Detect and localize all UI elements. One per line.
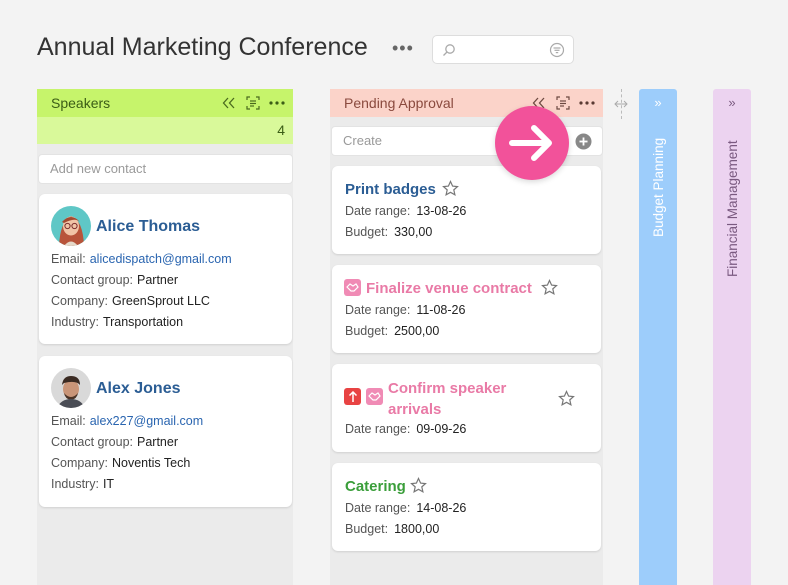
select-icon[interactable] <box>245 95 261 111</box>
email-link[interactable]: alicedispatch@gmail.com <box>90 252 232 266</box>
task-card[interactable]: Print badges Date range: 13-08-26 Budget:… <box>332 166 601 254</box>
more-icon[interactable] <box>579 95 595 111</box>
contact-card[interactable]: Alice Thomas Email: alicedispatch@gmail.c… <box>39 194 292 344</box>
task-budget-row: Budget: 2500,00 <box>345 324 440 338</box>
expand-icon[interactable]: » <box>639 95 677 110</box>
star-icon[interactable] <box>541 279 558 296</box>
search-icon <box>443 44 455 56</box>
contact-group-row: Contact group: Partner <box>51 435 178 449</box>
resize-icon[interactable] <box>614 99 628 109</box>
task-date-row: Date range: 13-08-26 <box>345 204 467 218</box>
column-title: Pending Approval <box>344 95 454 111</box>
task-title[interactable]: Catering <box>345 478 406 495</box>
email-link[interactable]: alex227@gmail.com <box>90 414 203 428</box>
budget-planning-column[interactable]: » Budget Planning <box>639 89 677 585</box>
avatar <box>51 206 91 246</box>
task-date-row: Date range: 11-08-26 <box>345 303 466 317</box>
contact-email-row: Email: alicedispatch@gmail.com <box>51 252 232 266</box>
arrow-right-icon <box>509 125 552 161</box>
task-title[interactable]: Print badges <box>345 181 436 198</box>
contact-name[interactable]: Alice Thomas <box>96 218 200 236</box>
collapse-icon[interactable] <box>221 95 237 111</box>
task-date-row: Date range: 09-09-26 <box>345 422 467 436</box>
column-title: Speakers <box>51 95 111 111</box>
expand-icon[interactable]: » <box>713 95 751 110</box>
board-title: Annual Marketing Conference <box>37 33 368 61</box>
contact-group-row: Contact group: Partner <box>51 273 178 287</box>
star-icon[interactable] <box>558 390 575 407</box>
task-card[interactable]: Catering Date range: 14-08-26 Budget: 1800… <box>332 463 601 551</box>
column-title: Budget Planning <box>651 137 666 237</box>
column-title: Financial Management <box>725 140 740 277</box>
board-menu-button[interactable]: ••• <box>392 39 414 57</box>
contact-industry-row: Industry: IT <box>51 477 115 491</box>
more-icon[interactable] <box>269 95 285 111</box>
speakers-column-header[interactable]: Speakers <box>37 89 293 117</box>
task-budget-row: Budget: 330,00 <box>345 225 433 239</box>
avatar <box>51 368 91 408</box>
contact-email-row: Email: alex227@gmail.com <box>51 414 204 428</box>
contact-card[interactable]: Alex Jones Email: alex227@gmail.com Conta… <box>39 356 292 507</box>
speakers-count: 4 <box>37 117 293 144</box>
task-card[interactable]: Finalize venue contract Date range: 11-08… <box>332 265 601 353</box>
filter-icon[interactable] <box>549 42 565 58</box>
handshake-icon <box>344 279 361 296</box>
handshake-icon <box>366 388 383 405</box>
contact-company-row: Company: Noventis Tech <box>51 456 191 470</box>
select-icon[interactable] <box>555 95 571 111</box>
financial-management-column[interactable]: » Financial Management <box>713 89 751 585</box>
contact-company-row: Company: GreenSprout LLC <box>51 294 210 308</box>
task-date-row: Date range: 14-08-26 <box>345 501 467 515</box>
star-icon[interactable] <box>442 180 459 197</box>
add-contact-input[interactable]: Add new contact <box>38 154 293 184</box>
search-input[interactable] <box>461 40 545 60</box>
star-icon[interactable] <box>410 477 427 494</box>
priority-up-icon <box>344 388 361 405</box>
contact-industry-row: Industry: Transportation <box>51 315 184 329</box>
task-title[interactable]: Confirm speaker arrivals <box>388 378 506 420</box>
task-budget-row: Budget: 1800,00 <box>345 522 440 536</box>
add-icon[interactable] <box>575 133 592 150</box>
create-placeholder: Create <box>343 133 383 148</box>
pending-column-header[interactable]: Pending Approval <box>330 89 603 117</box>
search-box[interactable] <box>432 35 574 64</box>
task-title[interactable]: Finalize venue contract <box>366 280 532 297</box>
task-card[interactable]: Confirm speaker arrivals Date range: 09-0… <box>332 364 601 452</box>
next-arrow-button[interactable] <box>495 106 569 180</box>
contact-name[interactable]: Alex Jones <box>96 380 180 398</box>
